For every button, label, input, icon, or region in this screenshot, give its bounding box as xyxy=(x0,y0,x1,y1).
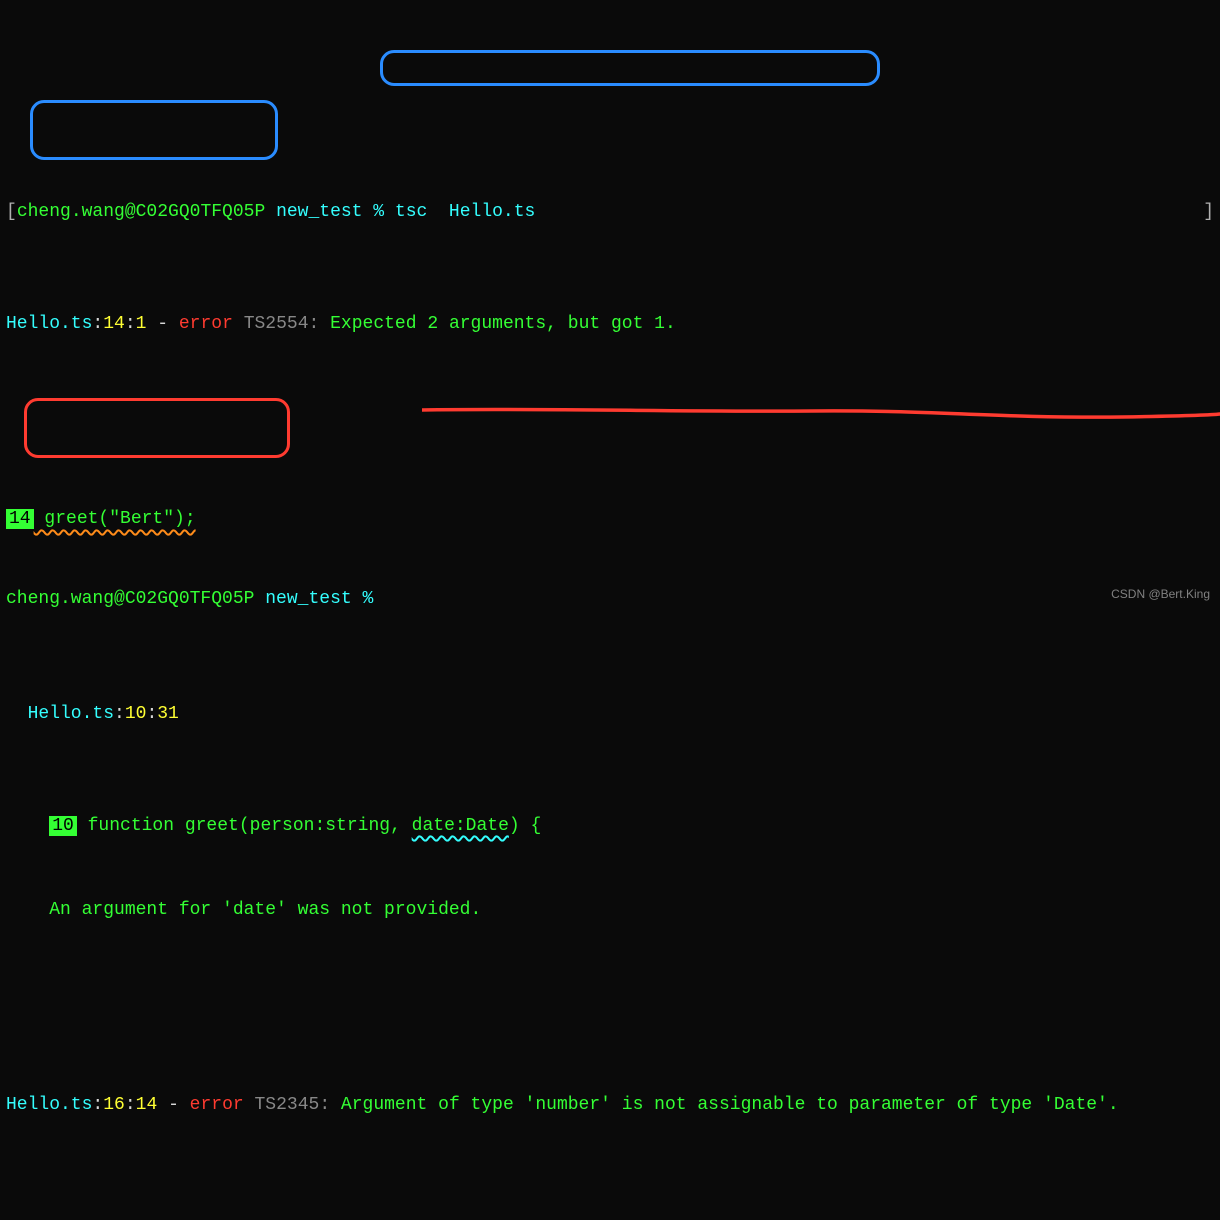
cwd: new_test xyxy=(265,202,373,222)
origin-hl: date:Date xyxy=(412,816,509,836)
command-text: tsc Hello.ts xyxy=(395,202,535,222)
error1-origin-loc: Hello.ts:10:31 xyxy=(6,701,1214,729)
error-code: TS2554 xyxy=(233,314,309,334)
origin-line: 10 xyxy=(125,704,147,724)
user-host2: cheng.wang@C02GQ0TFQ05P xyxy=(6,589,254,609)
err1-line: 14 xyxy=(103,314,125,334)
prompt-sep2: % xyxy=(362,589,384,609)
bracket-open: [ xyxy=(6,202,17,222)
origin-file: Hello.ts xyxy=(28,704,114,724)
err1-col: 1 xyxy=(136,314,147,334)
bracket-close: ] xyxy=(1203,199,1214,227)
annotation-box-snippet1 xyxy=(30,100,278,160)
colon2: : xyxy=(319,1095,341,1115)
origin-post: ) { xyxy=(509,816,541,836)
origin-pre: function greet(person:string, xyxy=(77,816,412,836)
error1-origin-hint: An argument for 'date' was not provided. xyxy=(6,897,1214,925)
watermark: CSDN @Bert.King xyxy=(1111,585,1210,604)
err2-line: 16 xyxy=(103,1095,125,1115)
error-label: error xyxy=(179,314,233,334)
cwd2: new_test xyxy=(254,589,362,609)
err1-code: greet("Bert"); xyxy=(34,509,196,529)
origin-hint-text: An argument for 'date' was not provided. xyxy=(49,900,481,920)
origin-lineno: 10 xyxy=(49,816,77,836)
dash: - xyxy=(146,314,178,334)
error-label2: error xyxy=(190,1095,244,1115)
error1-snippet: 14 greet("Bert"); xyxy=(6,506,1214,534)
annotation-box-msg1 xyxy=(380,50,880,86)
colon: : xyxy=(309,314,331,334)
err1-message: Expected 2 arguments, but got 1. xyxy=(330,314,676,334)
error2-header: Hello.ts:16:14 - error TS2345: Argument … xyxy=(6,1092,1214,1120)
err2-file: Hello.ts xyxy=(6,1095,92,1115)
error-code2: TS2345 xyxy=(244,1095,320,1115)
prompt-separator: % xyxy=(373,202,395,222)
origin-col: 31 xyxy=(157,704,179,724)
err2-message: Argument of type 'number' is not assigna… xyxy=(341,1095,1119,1115)
user-host: cheng.wang@C02GQ0TFQ05P xyxy=(17,202,265,222)
err1-file: Hello.ts xyxy=(6,314,92,334)
snippet-lineno: 14 xyxy=(6,509,34,529)
err2-col: 14 xyxy=(136,1095,158,1115)
terminal-prompt-1: [cheng.wang@C02GQ0TFQ05P new_test % tsc … xyxy=(6,199,1214,227)
error1-origin-code: 10 function greet(person:string, date:Da… xyxy=(6,813,1214,841)
error1-header: Hello.ts:14:1 - error TS2554: Expected 2… xyxy=(6,311,1214,339)
dash2: - xyxy=(157,1095,189,1115)
